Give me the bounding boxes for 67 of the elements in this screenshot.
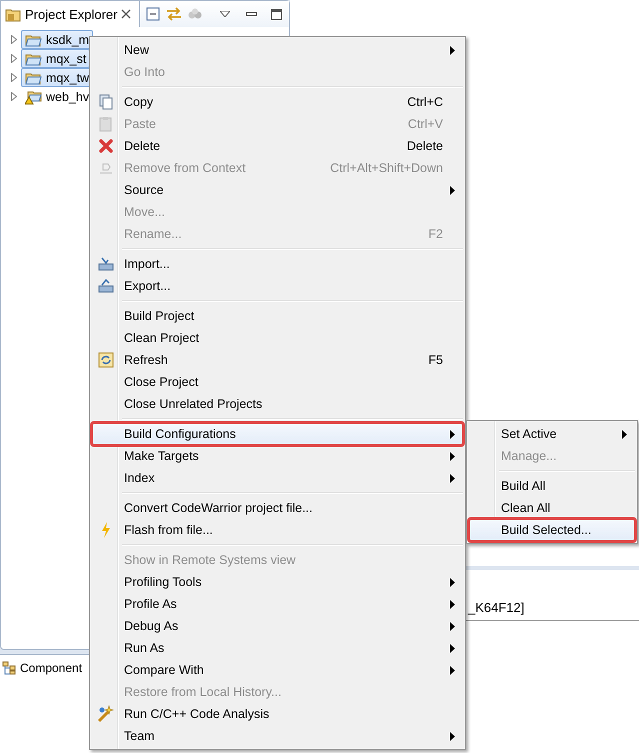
project-folder-icon [25, 52, 42, 66]
export-icon [98, 279, 114, 293]
menu-item[interactable]: Copy Ctrl+C [92, 91, 463, 113]
import-icon [98, 257, 114, 271]
submenu-arrow-icon [450, 46, 455, 54]
maximize-icon[interactable] [271, 8, 282, 20]
folder-icon [5, 6, 21, 22]
menu-item[interactable]: Source [92, 179, 463, 201]
submenu-arrow-icon [450, 430, 455, 438]
refresh-icon [98, 352, 114, 368]
menu-item[interactable]: Run C/C++ Code Analysis [92, 703, 463, 725]
close-icon[interactable] [121, 9, 132, 19]
expand-arrow-icon[interactable] [11, 35, 17, 44]
menu-item[interactable]: Export... [92, 275, 463, 297]
menu-item[interactable]: Build Project [92, 305, 463, 327]
submenu-arrow-icon [450, 600, 455, 608]
submenu-arrow-icon [450, 452, 455, 460]
remove-icon [99, 162, 113, 174]
copy-icon [99, 94, 113, 110]
lightning-icon [101, 522, 111, 538]
clipboard-icon [99, 116, 113, 132]
menu-item[interactable]: Build All [469, 475, 635, 497]
menu-item[interactable]: Flash from file... [92, 519, 463, 541]
submenu-arrow-icon [622, 430, 627, 438]
tree-item[interactable]: web_hv [21, 87, 94, 106]
view-menu-icon[interactable] [220, 11, 230, 17]
submenu-arrow-icon [450, 644, 455, 652]
delete-icon [99, 139, 113, 153]
expand-arrow-icon[interactable] [11, 73, 17, 82]
expand-arrow-icon[interactable] [11, 92, 17, 101]
project-folder-warning-icon [25, 88, 42, 104]
wand-icon [97, 705, 115, 723]
project-folder-icon [25, 70, 42, 84]
submenu-arrow-icon [450, 622, 455, 630]
menu-item[interactable]: Refresh F5 [92, 349, 463, 371]
menu-item[interactable]: Import... [92, 253, 463, 275]
minimize-icon[interactable] [246, 12, 258, 16]
expand-arrow-icon[interactable] [11, 54, 17, 63]
link-arrows-icon[interactable] [166, 7, 182, 21]
menu-item[interactable]: Profiling Tools [92, 571, 463, 593]
submenu-arrow-icon [450, 732, 455, 740]
menu-item[interactable]: Team [92, 725, 463, 747]
menu-item[interactable]: Set Active [469, 423, 635, 445]
menu-item[interactable]: Delete Delete [92, 135, 463, 157]
component-tree-icon [2, 661, 18, 675]
toolbar-icon[interactable] [188, 8, 202, 20]
submenu-arrow-icon [450, 186, 455, 194]
menu-item[interactable]: Compare With [92, 659, 463, 681]
menu-item[interactable]: Make Targets [92, 445, 463, 467]
menu-item[interactable]: Clean Project [92, 327, 463, 349]
menu-item[interactable]: Convert CodeWarrior project file... [92, 497, 463, 519]
tree-item[interactable]: mqx_st [21, 49, 90, 68]
collapse-all-icon[interactable] [146, 7, 160, 21]
submenu-arrow-icon [450, 666, 455, 674]
menu-item[interactable]: New [92, 39, 463, 61]
menu-item[interactable]: Run As [92, 637, 463, 659]
submenu-arrow-icon [450, 474, 455, 482]
menu-item[interactable]: Build Selected... [469, 519, 635, 541]
tree-item[interactable]: ksdk_m [21, 30, 94, 49]
menu-item[interactable]: Clean All [469, 497, 635, 519]
menu-item[interactable]: Close Unrelated Projects [92, 393, 463, 415]
project-explorer-tab[interactable]: Project Explorer [1, 1, 140, 27]
menu-item[interactable]: Close Project [92, 371, 463, 393]
project-folder-icon [25, 32, 42, 46]
menu-item[interactable]: Build Configurations [92, 423, 463, 445]
menu-item[interactable]: Index [92, 467, 463, 489]
submenu-arrow-icon [450, 578, 455, 586]
